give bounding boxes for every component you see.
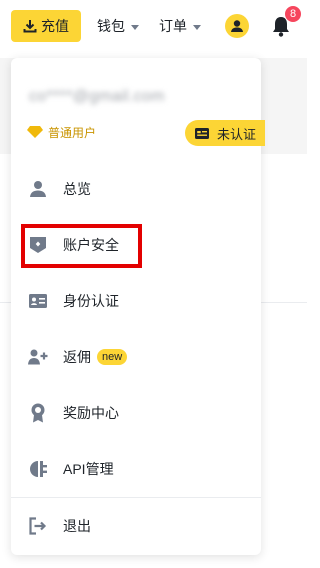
api-icon: [28, 459, 48, 479]
diamond-icon: [27, 126, 43, 138]
chevron-down-icon: [193, 24, 201, 30]
account-email: co****@gmail.com: [29, 88, 165, 105]
orders-label: 订单: [159, 18, 187, 34]
user-icon: [28, 179, 48, 199]
verification-status-label: 未认证: [217, 126, 257, 142]
menu-item-label: 返佣: [63, 349, 91, 365]
add-user-icon: [28, 347, 48, 367]
top-navigation-bar: 充值 钱包 订单 8: [0, 0, 307, 52]
user-level: 普通用户: [27, 124, 96, 140]
menu-item-api-management[interactable]: API管理: [11, 447, 261, 491]
id-card-icon: [28, 291, 48, 311]
menu-item-label: 身份认证: [63, 293, 119, 309]
recharge-label: 充值: [41, 18, 69, 34]
medal-icon: [28, 403, 48, 423]
menu-item-label: 退出: [63, 518, 91, 534]
download-icon: [23, 19, 37, 33]
menu-item-label: 总览: [63, 181, 91, 197]
menu-item-rewards-center[interactable]: 奖励中心: [11, 391, 261, 435]
menu-item-overview[interactable]: 总览: [11, 167, 261, 211]
new-badge: new: [97, 349, 128, 365]
wallet-label: 钱包: [97, 18, 125, 34]
menu-item-label: API管理: [63, 461, 114, 477]
orders-menu[interactable]: 订单: [159, 17, 201, 35]
menu-item-logout[interactable]: 退出: [11, 504, 261, 548]
menu-item-referral[interactable]: 返佣 new: [11, 335, 261, 379]
logout-icon: [28, 516, 48, 536]
shield-icon: [28, 235, 48, 255]
recharge-button[interactable]: 充值: [11, 10, 81, 42]
menu-item-identity-verification[interactable]: 身份认证: [11, 279, 261, 323]
user-avatar-icon: [231, 20, 243, 32]
wallet-menu[interactable]: 钱包: [97, 17, 139, 35]
verification-status-button[interactable]: 未认证: [185, 120, 265, 146]
chevron-down-icon: [131, 24, 139, 30]
id-card-icon: [195, 127, 209, 139]
user-level-label: 普通用户: [48, 125, 97, 140]
menu-item-label: 奖励中心: [63, 405, 119, 421]
menu-item-label: 账户安全: [63, 237, 119, 253]
menu-divider: [11, 497, 261, 498]
notification-count-badge: 8: [285, 6, 301, 22]
avatar[interactable]: [225, 14, 249, 38]
menu-item-account-security[interactable]: 账户安全: [11, 223, 261, 267]
account-dropdown: co****@gmail.com 普通用户 未认证 总览 账户安全 身份认证 返…: [11, 58, 265, 555]
